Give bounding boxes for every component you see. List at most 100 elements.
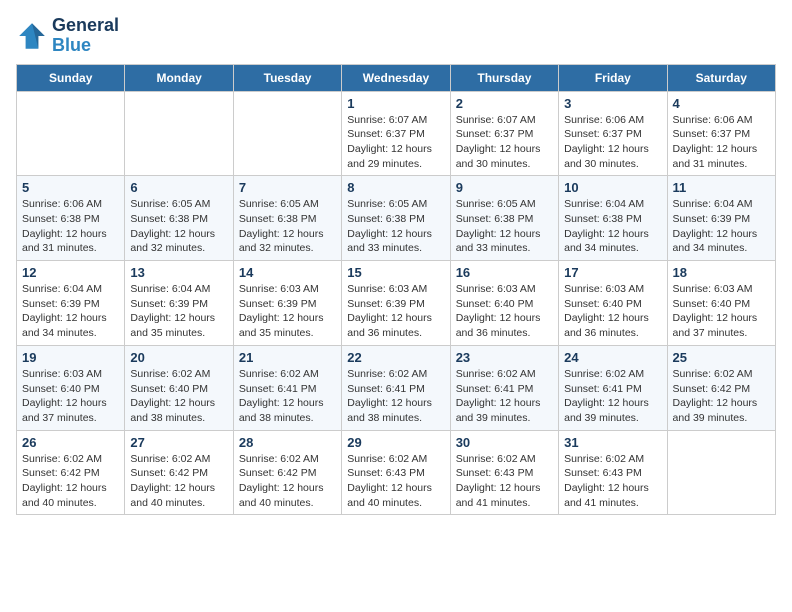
day-number: 21 <box>239 350 336 365</box>
day-number: 19 <box>22 350 119 365</box>
day-number: 22 <box>347 350 444 365</box>
weekday-saturday: Saturday <box>667 64 775 91</box>
weekday-thursday: Thursday <box>450 64 558 91</box>
calendar-cell: 19 Sunrise: 6:03 AMSunset: 6:40 PMDayligh… <box>17 345 125 430</box>
day-number: 17 <box>564 265 661 280</box>
calendar-cell: 14 Sunrise: 6:03 AMSunset: 6:39 PMDayligh… <box>233 261 341 346</box>
day-number: 14 <box>239 265 336 280</box>
page-header: GeneralBlue <box>16 16 776 56</box>
day-info: Sunrise: 6:06 AMSunset: 6:37 PMDaylight:… <box>673 113 770 172</box>
day-info: Sunrise: 6:03 AMSunset: 6:39 PMDaylight:… <box>347 282 444 341</box>
weekday-sunday: Sunday <box>17 64 125 91</box>
day-info: Sunrise: 6:04 AMSunset: 6:39 PMDaylight:… <box>130 282 227 341</box>
weekday-tuesday: Tuesday <box>233 64 341 91</box>
day-number: 18 <box>673 265 770 280</box>
calendar-cell: 16 Sunrise: 6:03 AMSunset: 6:40 PMDayligh… <box>450 261 558 346</box>
calendar-cell: 24 Sunrise: 6:02 AMSunset: 6:41 PMDayligh… <box>559 345 667 430</box>
calendar-cell: 13 Sunrise: 6:04 AMSunset: 6:39 PMDayligh… <box>125 261 233 346</box>
calendar-table: SundayMondayTuesdayWednesdayThursdayFrid… <box>16 64 776 516</box>
calendar-cell <box>17 91 125 176</box>
day-info: Sunrise: 6:02 AMSunset: 6:41 PMDaylight:… <box>564 367 661 426</box>
calendar-cell: 5 Sunrise: 6:06 AMSunset: 6:38 PMDaylight… <box>17 176 125 261</box>
day-info: Sunrise: 6:05 AMSunset: 6:38 PMDaylight:… <box>239 197 336 256</box>
calendar-cell: 18 Sunrise: 6:03 AMSunset: 6:40 PMDayligh… <box>667 261 775 346</box>
day-number: 23 <box>456 350 553 365</box>
calendar-cell: 23 Sunrise: 6:02 AMSunset: 6:41 PMDayligh… <box>450 345 558 430</box>
calendar-cell: 22 Sunrise: 6:02 AMSunset: 6:41 PMDayligh… <box>342 345 450 430</box>
day-number: 28 <box>239 435 336 450</box>
day-info: Sunrise: 6:06 AMSunset: 6:37 PMDaylight:… <box>564 113 661 172</box>
day-number: 3 <box>564 96 661 111</box>
day-info: Sunrise: 6:06 AMSunset: 6:38 PMDaylight:… <box>22 197 119 256</box>
day-info: Sunrise: 6:03 AMSunset: 6:39 PMDaylight:… <box>239 282 336 341</box>
day-number: 20 <box>130 350 227 365</box>
calendar-cell: 4 Sunrise: 6:06 AMSunset: 6:37 PMDaylight… <box>667 91 775 176</box>
day-info: Sunrise: 6:02 AMSunset: 6:43 PMDaylight:… <box>564 452 661 511</box>
logo: GeneralBlue <box>16 16 119 56</box>
day-info: Sunrise: 6:05 AMSunset: 6:38 PMDaylight:… <box>347 197 444 256</box>
day-number: 27 <box>130 435 227 450</box>
calendar-cell: 2 Sunrise: 6:07 AMSunset: 6:37 PMDaylight… <box>450 91 558 176</box>
calendar-cell: 17Sunrise: 6:03 AMSunset: 6:40 PMDayligh… <box>559 261 667 346</box>
day-info: Sunrise: 6:02 AMSunset: 6:42 PMDaylight:… <box>239 452 336 511</box>
calendar-cell: 27 Sunrise: 6:02 AMSunset: 6:42 PMDayligh… <box>125 430 233 515</box>
calendar-cell: 26Sunrise: 6:02 AMSunset: 6:42 PMDayligh… <box>17 430 125 515</box>
calendar-cell <box>125 91 233 176</box>
day-number: 13 <box>130 265 227 280</box>
day-number: 10 <box>564 180 661 195</box>
day-info: Sunrise: 6:05 AMSunset: 6:38 PMDaylight:… <box>130 197 227 256</box>
calendar-cell: 1Sunrise: 6:07 AMSunset: 6:37 PMDaylight… <box>342 91 450 176</box>
day-number: 30 <box>456 435 553 450</box>
day-number: 24 <box>564 350 661 365</box>
day-info: Sunrise: 6:04 AMSunset: 6:38 PMDaylight:… <box>564 197 661 256</box>
day-info: Sunrise: 6:04 AMSunset: 6:39 PMDaylight:… <box>22 282 119 341</box>
calendar-cell: 10 Sunrise: 6:04 AMSunset: 6:38 PMDayligh… <box>559 176 667 261</box>
day-info: Sunrise: 6:04 AMSunset: 6:39 PMDaylight:… <box>673 197 770 256</box>
weekday-wednesday: Wednesday <box>342 64 450 91</box>
calendar-cell: 29Sunrise: 6:02 AMSunset: 6:43 PMDayligh… <box>342 430 450 515</box>
calendar-cell: 30 Sunrise: 6:02 AMSunset: 6:43 PMDayligh… <box>450 430 558 515</box>
day-number: 4 <box>673 96 770 111</box>
calendar-cell: 11 Sunrise: 6:04 AMSunset: 6:39 PMDayligh… <box>667 176 775 261</box>
day-number: 12 <box>22 265 119 280</box>
logo-text: GeneralBlue <box>52 16 119 56</box>
weekday-friday: Friday <box>559 64 667 91</box>
calendar-cell: 6 Sunrise: 6:05 AMSunset: 6:38 PMDaylight… <box>125 176 233 261</box>
day-info: Sunrise: 6:05 AMSunset: 6:38 PMDaylight:… <box>456 197 553 256</box>
day-info: Sunrise: 6:02 AMSunset: 6:43 PMDaylight:… <box>456 452 553 511</box>
calendar-cell: 3 Sunrise: 6:06 AMSunset: 6:37 PMDaylight… <box>559 91 667 176</box>
calendar-cell: 20 Sunrise: 6:02 AMSunset: 6:40 PMDayligh… <box>125 345 233 430</box>
day-info: Sunrise: 6:03 AMSunset: 6:40 PMDaylight:… <box>456 282 553 341</box>
calendar-cell: 28 Sunrise: 6:02 AMSunset: 6:42 PMDayligh… <box>233 430 341 515</box>
weekday-monday: Monday <box>125 64 233 91</box>
day-number: 29 <box>347 435 444 450</box>
calendar-cell: 7 Sunrise: 6:05 AMSunset: 6:38 PMDaylight… <box>233 176 341 261</box>
calendar-cell <box>667 430 775 515</box>
day-info: Sunrise: 6:03 AMSunset: 6:40 PMDaylight:… <box>673 282 770 341</box>
day-number: 6 <box>130 180 227 195</box>
day-info: Sunrise: 6:02 AMSunset: 6:42 PMDaylight:… <box>22 452 119 511</box>
day-info: Sunrise: 6:02 AMSunset: 6:42 PMDaylight:… <box>130 452 227 511</box>
day-info: Sunrise: 6:02 AMSunset: 6:42 PMDaylight:… <box>673 367 770 426</box>
day-number: 5 <box>22 180 119 195</box>
day-number: 2 <box>456 96 553 111</box>
calendar-cell: 31Sunrise: 6:02 AMSunset: 6:43 PMDayligh… <box>559 430 667 515</box>
day-info: Sunrise: 6:03 AMSunset: 6:40 PMDaylight:… <box>22 367 119 426</box>
day-number: 9 <box>456 180 553 195</box>
day-number: 16 <box>456 265 553 280</box>
calendar-cell: 12 Sunrise: 6:04 AMSunset: 6:39 PMDayligh… <box>17 261 125 346</box>
calendar-cell: 15 Sunrise: 6:03 AMSunset: 6:39 PMDayligh… <box>342 261 450 346</box>
day-number: 7 <box>239 180 336 195</box>
day-number: 8 <box>347 180 444 195</box>
day-info: Sunrise: 6:02 AMSunset: 6:41 PMDaylight:… <box>347 367 444 426</box>
day-info: Sunrise: 6:07 AMSunset: 6:37 PMDaylight:… <box>456 113 553 172</box>
day-info: Sunrise: 6:02 AMSunset: 6:40 PMDaylight:… <box>130 367 227 426</box>
day-info: Sunrise: 6:07 AMSunset: 6:37 PMDaylight:… <box>347 113 444 172</box>
day-info: Sunrise: 6:02 AMSunset: 6:41 PMDaylight:… <box>239 367 336 426</box>
day-number: 25 <box>673 350 770 365</box>
day-number: 11 <box>673 180 770 195</box>
day-number: 15 <box>347 265 444 280</box>
day-info: Sunrise: 6:02 AMSunset: 6:41 PMDaylight:… <box>456 367 553 426</box>
calendar-cell: 25 Sunrise: 6:02 AMSunset: 6:42 PMDayligh… <box>667 345 775 430</box>
calendar-cell: 9 Sunrise: 6:05 AMSunset: 6:38 PMDaylight… <box>450 176 558 261</box>
